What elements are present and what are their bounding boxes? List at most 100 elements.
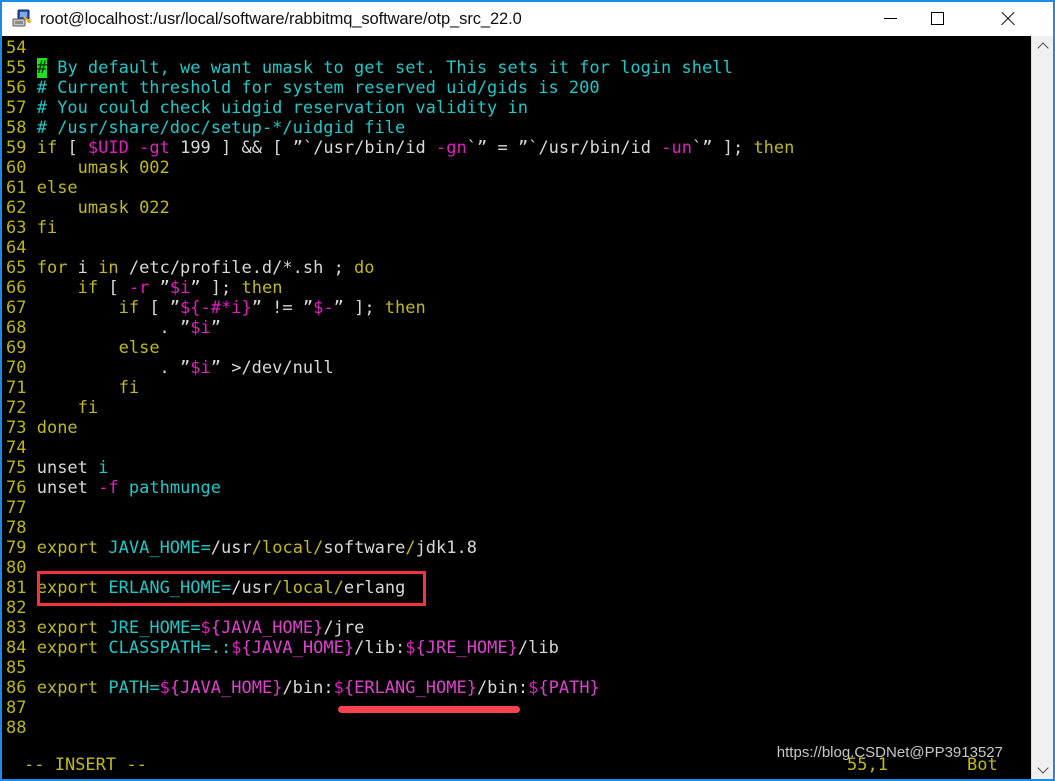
code-line: 71 fi: [2, 378, 1031, 398]
line-number: 65: [6, 258, 37, 278]
line-number: 70: [6, 358, 37, 378]
line-number: 82: [6, 598, 37, 618]
vim-mode-indicator: -- INSERT --: [24, 755, 147, 775]
line-number: 76: [6, 478, 37, 498]
line-number: 62: [6, 198, 37, 218]
line-number: 60: [6, 158, 37, 178]
line-number: 64: [6, 238, 37, 258]
code-line: 82: [2, 598, 1031, 618]
code-token: /: [272, 578, 283, 598]
minimize-button[interactable]: [867, 2, 913, 35]
code-line: 84 export CLASSPATH=.:${JAVA_HOME}/lib:$…: [2, 638, 1031, 658]
code-token: ”: [149, 278, 170, 298]
code-token: -f: [98, 478, 119, 498]
code-token: ” >/dev/null: [210, 358, 334, 378]
vim-scroll-indicator: Bot: [967, 755, 998, 775]
code-line: 79 export JAVA_HOME=/usr/local/software/…: [2, 538, 1031, 558]
line-number: 87: [6, 698, 37, 718]
code-token: {JAVA_HOME}: [169, 678, 283, 698]
code-line: 86 export PATH=${JAVA_HOME}/bin:${ERLANG…: [2, 678, 1031, 698]
line-number: 79: [6, 538, 37, 558]
code-token: -gt: [139, 138, 170, 158]
line-number: 83: [6, 618, 37, 638]
code-token: $: [333, 678, 344, 698]
line-number: 77: [6, 498, 37, 518]
terminal-panel: 54 55 # By default, we want umask to get…: [0, 36, 1055, 781]
code-token: $: [231, 638, 242, 658]
window-titlebar[interactable]: root@localhost:/usr/local/software/rabbi…: [0, 0, 1055, 36]
scrollbar-down-button[interactable]: [1032, 759, 1053, 779]
code-line: 60 umask 002: [2, 158, 1031, 178]
code-token: $i: [190, 318, 211, 338]
code-token: {PATH}: [538, 678, 600, 698]
code-token: By default, we want umask to get set. Th…: [46, 58, 733, 78]
maximize-icon: [930, 12, 944, 25]
line-number: 58: [6, 118, 37, 138]
code-token: /usr/bin/id: [538, 138, 652, 158]
code-token: umask 002: [36, 158, 170, 178]
code-token: =: [487, 138, 518, 158]
code-token: CLASSPATH: [108, 638, 201, 658]
line-number: 74: [6, 438, 37, 458]
code-line: 59 if [ $UID -gt 199 ] && [ ”`/usr/bin/i…: [2, 138, 1031, 158]
close-button[interactable]: [984, 2, 1030, 35]
code-line: 63 fi: [2, 218, 1031, 238]
code-token: usr: [221, 538, 252, 558]
code-token: /jre: [323, 618, 365, 638]
scrollbar-up-button[interactable]: [1032, 36, 1053, 56]
code-token: export: [36, 538, 99, 558]
code-token: if: [77, 278, 99, 298]
code-token: ” ];: [190, 278, 242, 298]
code-token: $UID: [87, 138, 129, 158]
code-token: erlang: [343, 578, 406, 598]
code-area[interactable]: 54 55 # By default, we want umask to get…: [2, 38, 1031, 738]
code-token: then: [241, 278, 283, 298]
code-token: export: [36, 638, 99, 658]
code-token: =: [190, 618, 201, 638]
line-number: 59: [6, 138, 37, 158]
window-title: root@localhost:/usr/local/software/rabbi…: [40, 9, 522, 28]
code-line: 78: [2, 518, 1031, 538]
code-token: . ”: [36, 358, 191, 378]
line-number: 86: [6, 678, 37, 698]
code-token: $: [200, 618, 211, 638]
code-token: # /usr/share/doc/setup-*/uidgid file: [36, 118, 406, 138]
code-token: i: [98, 458, 109, 478]
code-token: ${-#*i}: [180, 298, 252, 318]
line-number: 61: [6, 178, 37, 198]
line-number: 80: [6, 558, 37, 578]
terminal-scrollbar[interactable]: [1031, 36, 1053, 779]
code-line: 69 else: [2, 338, 1031, 358]
code-line: 83 export JRE_HOME=${JAVA_HOME}/jre: [2, 618, 1031, 638]
code-token: else: [36, 178, 78, 198]
code-token: &&: [241, 138, 262, 158]
code-line: 72 fi: [2, 398, 1031, 418]
line-number: 68: [6, 318, 37, 338]
code-token: /lib: [517, 638, 559, 658]
code-token: ” != ”: [251, 298, 314, 318]
code-token: export: [36, 618, 99, 638]
code-line: 56 # Current threshold for system reserv…: [2, 78, 1031, 98]
code-token: then: [384, 298, 426, 318]
code-token: if: [118, 298, 140, 318]
code-token: $: [405, 638, 416, 658]
code-line: 81 export ERLANG_HOME=/usr/local/erlang: [2, 578, 1031, 598]
chevron-up-icon: [1036, 41, 1049, 54]
code-token: /: [313, 538, 324, 558]
vim-cursor-block: #: [36, 58, 47, 78]
code-token: {JAVA_HOME}: [241, 638, 355, 658]
code-token: $i: [190, 358, 211, 378]
code-line: 76 unset -f pathmunge: [2, 478, 1031, 498]
code-token: =: [200, 538, 211, 558]
vim-editor[interactable]: 54 55 # By default, we want umask to get…: [2, 36, 1031, 779]
code-token: # You could check uidgid reservation val…: [36, 98, 528, 118]
code-token: in: [98, 258, 119, 278]
maximize-button[interactable]: [914, 2, 960, 35]
code-line: 67 if [ ”${-#*i}” != ”$-” ]; then: [2, 298, 1031, 318]
line-number: 85: [6, 658, 37, 678]
line-number: 63: [6, 218, 37, 238]
